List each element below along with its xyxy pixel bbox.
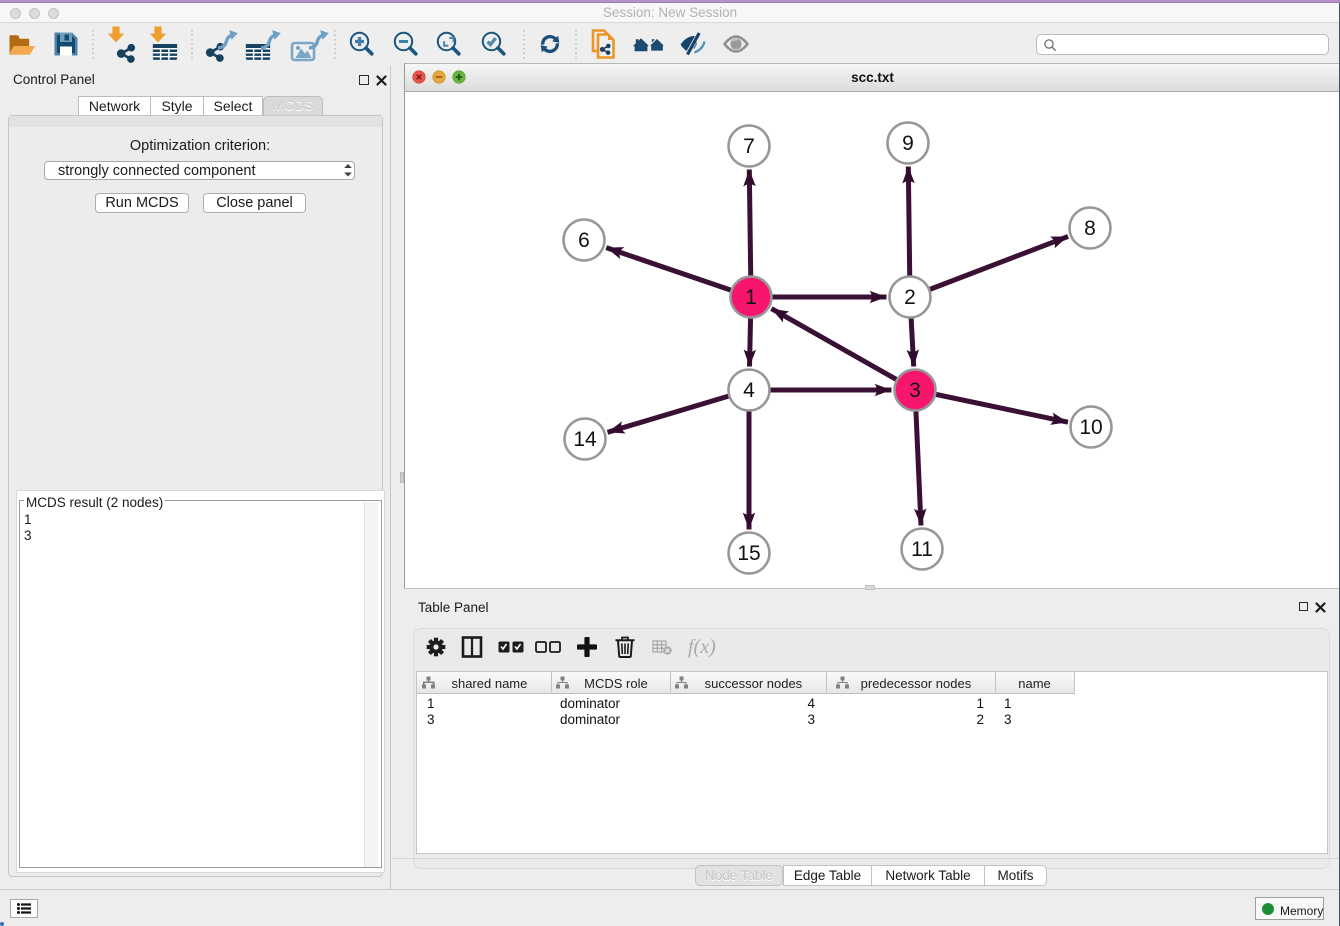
svg-text:15: 15	[737, 542, 760, 565]
svg-text:9: 9	[902, 132, 914, 155]
svg-text:11: 11	[911, 538, 933, 561]
svg-text:4: 4	[743, 379, 755, 402]
svg-text:14: 14	[573, 428, 597, 451]
svg-text:7: 7	[743, 135, 755, 158]
svg-text:3: 3	[909, 379, 921, 402]
svg-text:10: 10	[1079, 416, 1102, 439]
svg-text:1: 1	[745, 286, 757, 309]
svg-text:2: 2	[904, 286, 916, 309]
svg-text:f(x): f(x)	[688, 636, 716, 658]
svg-text:6: 6	[578, 229, 590, 252]
svg-text:8: 8	[1084, 217, 1096, 240]
